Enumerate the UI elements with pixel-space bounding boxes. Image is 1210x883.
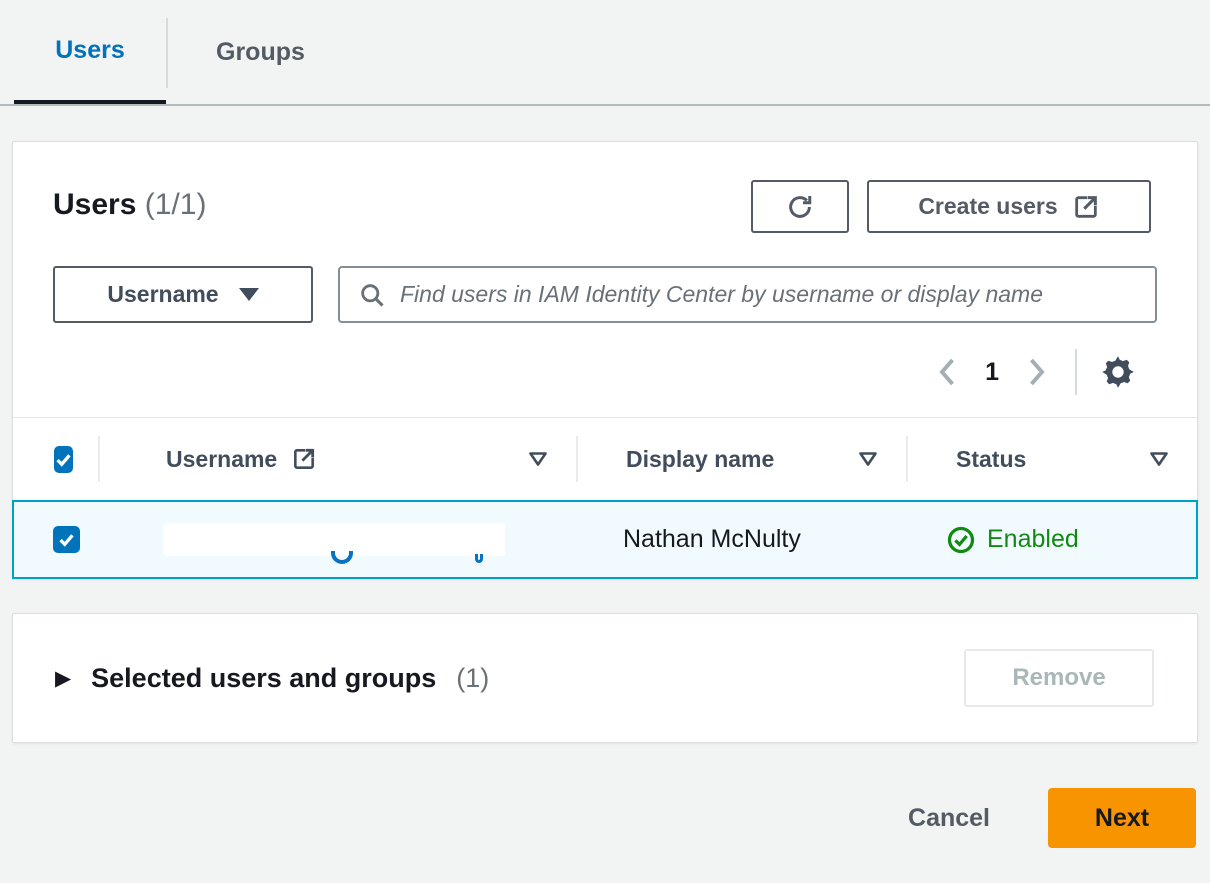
- row-checkbox-cell: [14, 526, 99, 553]
- refresh-button[interactable]: [751, 180, 849, 233]
- column-header-username[interactable]: Username: [98, 436, 576, 482]
- tab-groups-label: Groups: [216, 38, 305, 67]
- settings-button[interactable]: [1093, 347, 1143, 397]
- users-count: (1/1): [145, 188, 207, 221]
- status-cell: Enabled: [907, 525, 1196, 555]
- filter-row: Username: [13, 233, 1197, 323]
- previous-page-button[interactable]: [925, 349, 971, 395]
- filter-triangle-icon[interactable]: [1149, 451, 1169, 467]
- external-link-icon: [291, 446, 317, 472]
- pagination: 1: [13, 323, 1197, 417]
- header-buttons: Create users: [751, 180, 1151, 233]
- wizard-footer: Cancel Next: [0, 743, 1210, 848]
- tab-bar: Users Groups: [0, 0, 1210, 106]
- redacted-username: [163, 523, 505, 556]
- tab-users-label: Users: [55, 36, 125, 65]
- select-all-checkbox[interactable]: [54, 446, 73, 473]
- filter-triangle-icon[interactable]: [528, 451, 548, 467]
- next-button[interactable]: Next: [1048, 788, 1196, 848]
- column-username-label: Username: [166, 446, 277, 473]
- gear-icon: [1100, 354, 1136, 390]
- select-all-cell: [13, 436, 98, 482]
- next-page-button[interactable]: [1013, 349, 1059, 395]
- filter-triangle-icon[interactable]: [858, 451, 878, 467]
- display-name-cell: Nathan McNulty: [577, 525, 907, 554]
- selected-section: ▶ Selected users and groups (1) Remove: [12, 613, 1198, 743]
- column-header-status[interactable]: Status: [906, 436, 1197, 482]
- refresh-icon: [785, 192, 815, 222]
- create-users-button[interactable]: Create users: [867, 180, 1151, 233]
- table-row[interactable]: Nathan McNulty Enabled: [12, 500, 1198, 579]
- search-box: [338, 266, 1157, 323]
- external-link-icon: [1072, 193, 1100, 221]
- column-display-name-label: Display name: [626, 446, 774, 473]
- cancel-button[interactable]: Cancel: [908, 804, 990, 833]
- page-number[interactable]: 1: [985, 358, 999, 387]
- column-header-display-name[interactable]: Display name: [576, 436, 906, 482]
- username-cell: [99, 523, 577, 556]
- panel-header: Users (1/1) Create users: [13, 142, 1197, 233]
- redaction-artifact: [331, 551, 353, 564]
- remove-button[interactable]: Remove: [964, 649, 1154, 707]
- selected-section-count: (1): [456, 663, 489, 694]
- filter-field-dropdown[interactable]: Username: [53, 266, 313, 323]
- status-badge: Enabled: [987, 525, 1079, 554]
- search-input[interactable]: [400, 281, 1137, 308]
- chevron-down-icon: [239, 288, 259, 301]
- filter-field-label: Username: [107, 281, 218, 308]
- selected-section-toggle[interactable]: ▶ Selected users and groups (1): [55, 663, 489, 694]
- redaction-artifact: [475, 554, 483, 563]
- users-panel: Users (1/1) Create users: [12, 141, 1198, 579]
- expand-caret-icon: ▶: [55, 666, 71, 691]
- search-icon: [358, 281, 386, 309]
- panel-title-text: Users: [53, 188, 136, 221]
- table-header: Username Display name: [13, 417, 1197, 500]
- status-enabled-icon: [946, 525, 976, 555]
- create-users-label: Create users: [918, 193, 1057, 220]
- tab-groups[interactable]: Groups: [168, 0, 353, 104]
- tab-users[interactable]: Users: [14, 0, 166, 104]
- selected-section-title: Selected users and groups: [91, 663, 436, 694]
- row-checkbox[interactable]: [53, 526, 80, 553]
- page-title: Users (1/1): [53, 180, 206, 222]
- column-status-label: Status: [956, 446, 1026, 473]
- pagination-divider: [1075, 349, 1077, 395]
